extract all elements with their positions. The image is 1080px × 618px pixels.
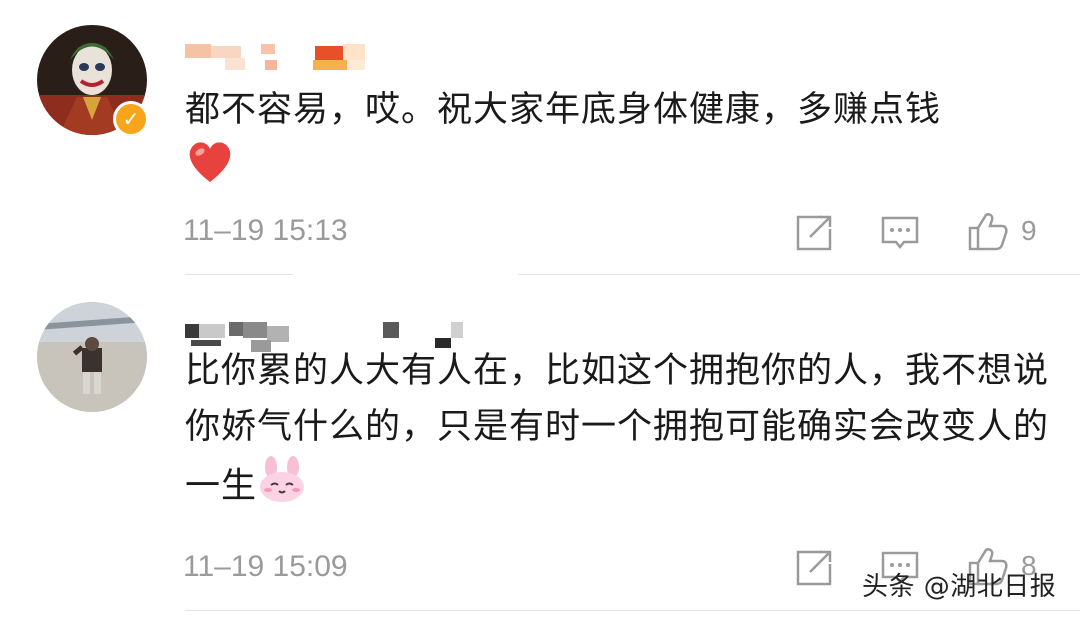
comment-text-content: 都不容易，哎。祝大家年底身体健康，多赚点钱 [185, 90, 942, 130]
divider [185, 274, 293, 275]
verified-badge-icon: ✓ [113, 101, 149, 137]
thumbs-up-icon[interactable] [966, 209, 1010, 253]
share-icon[interactable] [792, 546, 836, 590]
watermark: 头条 @湖北日报 [862, 572, 1057, 602]
comment-item: ✓ 都不容易，哎。祝大家年底身体健康，多赚点钱 11–19 15:13 9 [0, 0, 1080, 276]
comment-text: 都不容易，哎。祝大家年底身体健康，多赚点钱 [185, 82, 1055, 201]
divider [518, 274, 1080, 275]
avatar[interactable] [37, 302, 147, 412]
heart-emoji-icon [185, 138, 235, 201]
share-icon[interactable] [792, 211, 836, 255]
comment-time: 11–19 15:09 [183, 550, 348, 583]
pink-bunny-emoji-icon [257, 455, 307, 520]
comment-feed: ✓ 都不容易，哎。祝大家年底身体健康，多赚点钱 11–19 15:13 9 比你… [0, 0, 1080, 618]
like-count: 9 [1021, 215, 1037, 246]
comment-icon[interactable] [878, 211, 922, 255]
username-blurred[interactable] [185, 38, 385, 74]
comment-time: 11–19 15:13 [183, 214, 348, 247]
comment-text-content: 比你累的人大有人在，比如这个拥抱你的人，我不想说你娇气什么的，只是有时一个拥抱可… [185, 351, 1050, 507]
comment-text: 比你累的人大有人在，比如这个拥抱你的人，我不想说你娇气什么的，只是有时一个拥抱可… [185, 343, 1055, 520]
divider [185, 610, 1080, 611]
